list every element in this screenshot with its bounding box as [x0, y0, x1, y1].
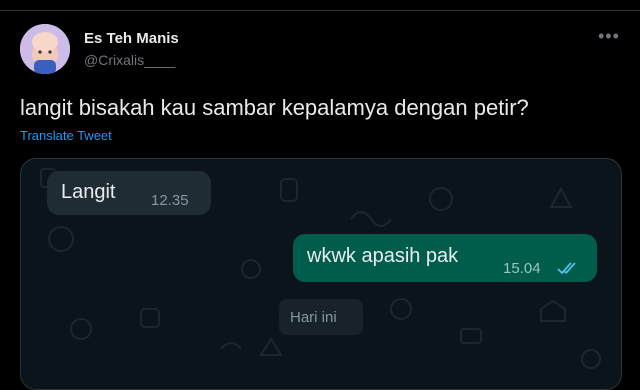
outgoing-message-time: 15.04 [503, 260, 541, 277]
top-divider [0, 10, 640, 11]
display-name[interactable]: Es Teh Manis [84, 30, 179, 47]
date-separator: Hari ini [279, 299, 363, 335]
translate-tweet-link[interactable]: Translate Tweet [20, 128, 112, 143]
date-separator-label: Hari ini [290, 309, 337, 326]
incoming-message-bubble[interactable]: Langit 12.35 [47, 171, 211, 215]
double-check-icon [557, 262, 576, 275]
user-handle[interactable]: @Crixalis____ [84, 52, 175, 68]
avatar[interactable] [20, 24, 70, 74]
tweet-text: langit bisakah kau sambar kepalamya deng… [20, 95, 529, 120]
outgoing-message-text: wkwk apasih pak [307, 245, 459, 267]
outgoing-message-bubble[interactable]: wkwk apasih pak 15.04 [293, 234, 597, 282]
incoming-message-text: Langit [61, 181, 116, 203]
tweet-media-image[interactable]: Langit 12.35 wkwk apasih pak 15.04 Hari … [20, 158, 622, 390]
incoming-message-time: 12.35 [151, 192, 189, 209]
more-dots-icon[interactable]: ••• [598, 26, 620, 47]
avatar-illustration [20, 24, 70, 74]
